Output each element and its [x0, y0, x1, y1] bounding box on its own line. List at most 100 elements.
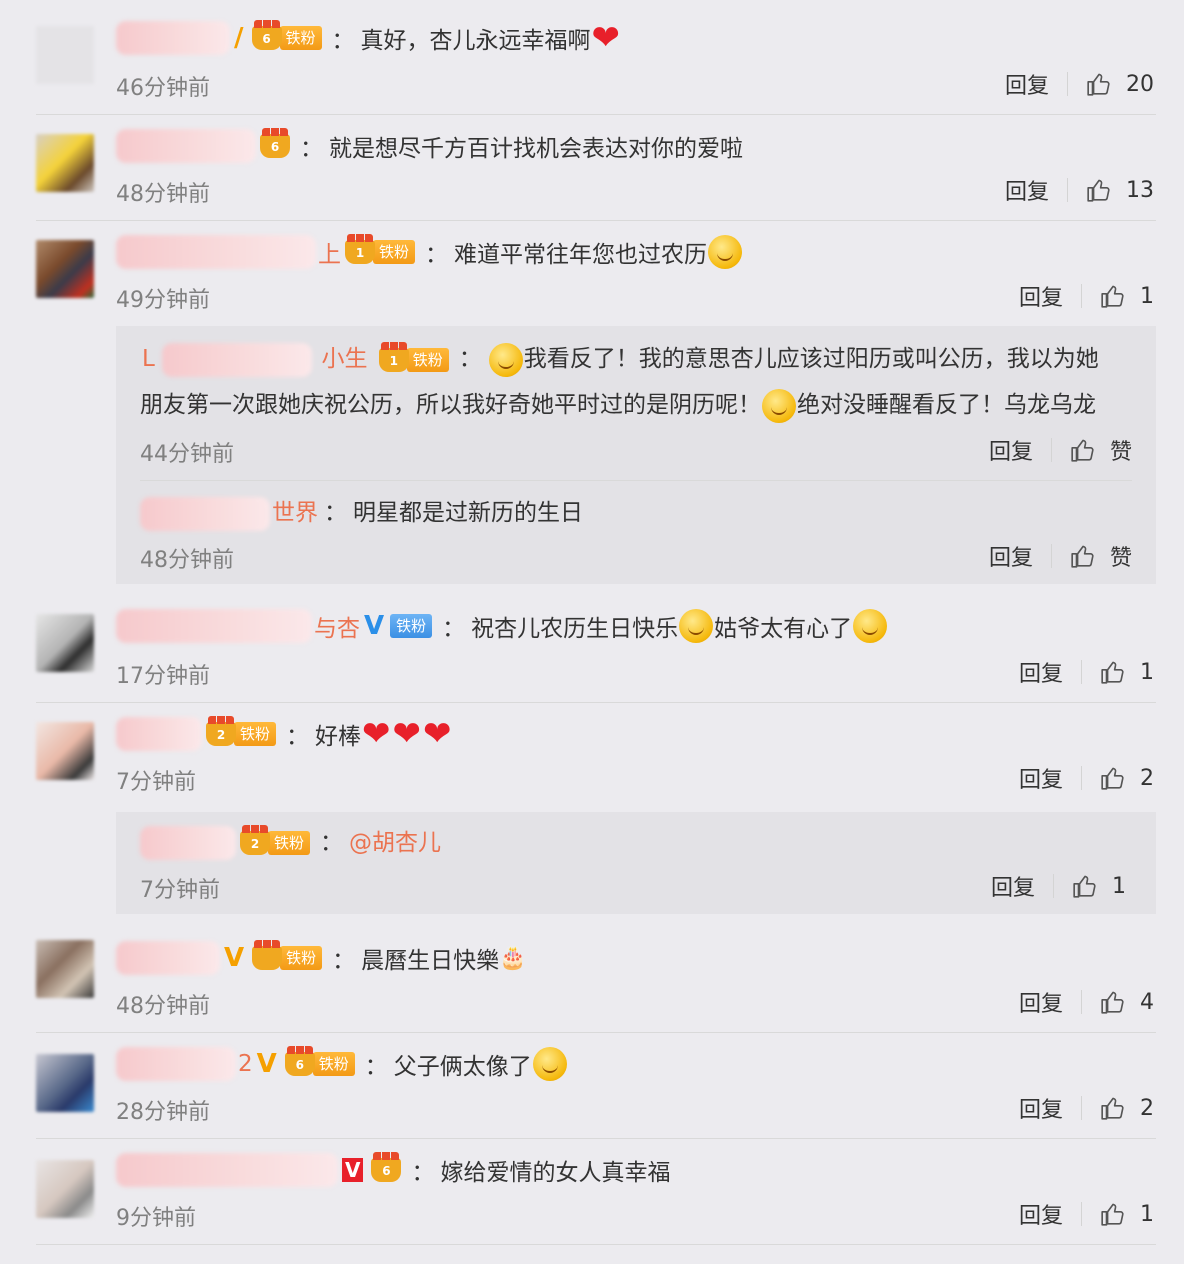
comment-text: 姑爷太有心了: [714, 616, 853, 642]
reply-text: 绝对没睡醒看反了！乌龙乌龙: [797, 392, 1096, 418]
fan-badge[interactable]: 1 铁粉: [345, 234, 416, 265]
reply-button[interactable]: 回复: [1019, 656, 1063, 688]
reply-button[interactable]: 回复: [991, 870, 1035, 902]
mention-link[interactable]: @胡杏儿: [349, 820, 441, 866]
like-button[interactable]: 赞: [1070, 434, 1132, 466]
like-button[interactable]: 13: [1086, 177, 1154, 203]
avatar[interactable]: [36, 722, 94, 780]
username-tail[interactable]: 世界: [272, 500, 318, 526]
username[interactable]: [116, 1153, 338, 1187]
comment-text: 父子俩太像了: [393, 1054, 532, 1080]
kiss-emoji-icon: [679, 609, 714, 643]
heart-icon: ❤: [362, 714, 391, 754]
like-button[interactable]: 赞: [1070, 540, 1132, 572]
like-count: 1: [1140, 1201, 1154, 1227]
like-count: 1: [1112, 873, 1126, 899]
like-count: 1: [1140, 283, 1154, 309]
username[interactable]: [140, 496, 270, 531]
avatar[interactable]: [36, 1160, 94, 1218]
username[interactable]: [116, 717, 202, 751]
like-button[interactable]: 1: [1100, 1201, 1154, 1227]
divider: [1050, 544, 1052, 568]
heart-icon: ❤: [591, 18, 621, 58]
username-tail[interactable]: 上: [318, 235, 341, 269]
comment-text: 晨曆生日快樂: [361, 948, 500, 974]
avatar[interactable]: [36, 940, 94, 998]
reply-button[interactable]: 回复: [1019, 1198, 1063, 1230]
avatar[interactable]: [36, 26, 94, 84]
fan-badge[interactable]: 铁粉: [390, 613, 433, 639]
confused-emoji-icon: [708, 235, 743, 269]
vip-icon: /: [234, 23, 244, 53]
reply-button[interactable]: 回复: [1019, 986, 1063, 1018]
timestamp: 9分钟前: [116, 1206, 196, 1231]
divider: [1081, 1202, 1082, 1226]
vip-icon: V: [342, 1158, 364, 1182]
username[interactable]: [116, 235, 316, 269]
like-button[interactable]: 4: [1100, 989, 1154, 1015]
username-head[interactable]: L: [142, 346, 155, 372]
timestamp: 28分钟前: [116, 1100, 210, 1125]
fan-badge[interactable]: 6 铁粉: [284, 1046, 355, 1077]
reply-button[interactable]: 回复: [1005, 68, 1049, 100]
thumbs-up-icon: [1100, 659, 1126, 685]
divider: [1081, 284, 1082, 308]
fan-badge[interactable]: 铁粉: [252, 940, 323, 971]
timestamp: 7分钟前: [140, 878, 220, 903]
fan-badge[interactable]: 2 铁粉: [206, 716, 277, 747]
timestamp: 44分钟前: [140, 442, 234, 467]
avatar[interactable]: [36, 134, 94, 192]
timestamp: 17分钟前: [116, 664, 210, 689]
like-button[interactable]: 2: [1100, 765, 1154, 791]
smile-emoji-icon: [853, 609, 888, 643]
thumbs-up-icon: [1072, 873, 1098, 899]
thumbs-up-icon: [1100, 1095, 1126, 1121]
reply-button[interactable]: 回复: [1019, 1092, 1063, 1124]
divider: [1081, 1096, 1082, 1120]
username-tail[interactable]: 与杏: [314, 609, 360, 643]
reply-button[interactable]: 回复: [989, 434, 1033, 466]
divider: [36, 1244, 1156, 1245]
fan-badge[interactable]: 2 铁粉: [240, 825, 311, 856]
heart-icon: ❤: [423, 714, 452, 754]
divider: [1050, 438, 1052, 462]
reply-text: 明星都是过新历的生日: [353, 500, 583, 526]
like-count: 2: [1140, 1095, 1154, 1121]
username[interactable]: [116, 129, 256, 163]
fan-badge[interactable]: 6: [371, 1152, 402, 1183]
like-button[interactable]: 2: [1100, 1095, 1154, 1121]
avatar[interactable]: [36, 614, 94, 672]
divider: [1081, 660, 1082, 684]
like-button[interactable]: 20: [1086, 71, 1154, 97]
timestamp: 48分钟前: [116, 182, 210, 207]
fan-badge[interactable]: 6: [260, 128, 290, 159]
fan-badge[interactable]: 1 铁粉: [378, 341, 449, 373]
username[interactable]: [116, 21, 230, 55]
thumbs-up-icon: [1086, 71, 1112, 97]
reply-button[interactable]: 回复: [989, 540, 1033, 572]
username[interactable]: [140, 826, 236, 860]
like-button[interactable]: 1: [1100, 283, 1154, 309]
username[interactable]: [162, 342, 313, 377]
reply-button[interactable]: 回复: [1019, 280, 1063, 312]
username[interactable]: [116, 1047, 236, 1081]
fan-badge[interactable]: 6 铁粉: [251, 20, 322, 51]
thumbs-up-icon: [1100, 283, 1126, 309]
avatar[interactable]: [36, 1054, 94, 1112]
divider: [36, 1032, 1156, 1033]
like-button[interactable]: 1: [1100, 659, 1154, 685]
username-tail[interactable]: 2: [238, 1051, 253, 1077]
like-count: 4: [1140, 989, 1154, 1015]
username-tail[interactable]: 小生: [321, 346, 367, 372]
like-button[interactable]: 1: [1072, 873, 1126, 899]
timestamp: 46分钟前: [116, 76, 210, 101]
avatar[interactable]: [36, 240, 94, 298]
comment-text: 好棒: [315, 724, 362, 750]
username[interactable]: [116, 941, 220, 975]
like-count: 1: [1140, 659, 1154, 685]
divider: [1081, 766, 1082, 790]
timestamp: 48分钟前: [116, 994, 210, 1019]
reply-button[interactable]: 回复: [1019, 762, 1063, 794]
username[interactable]: [116, 609, 312, 643]
reply-button[interactable]: 回复: [1005, 174, 1049, 206]
